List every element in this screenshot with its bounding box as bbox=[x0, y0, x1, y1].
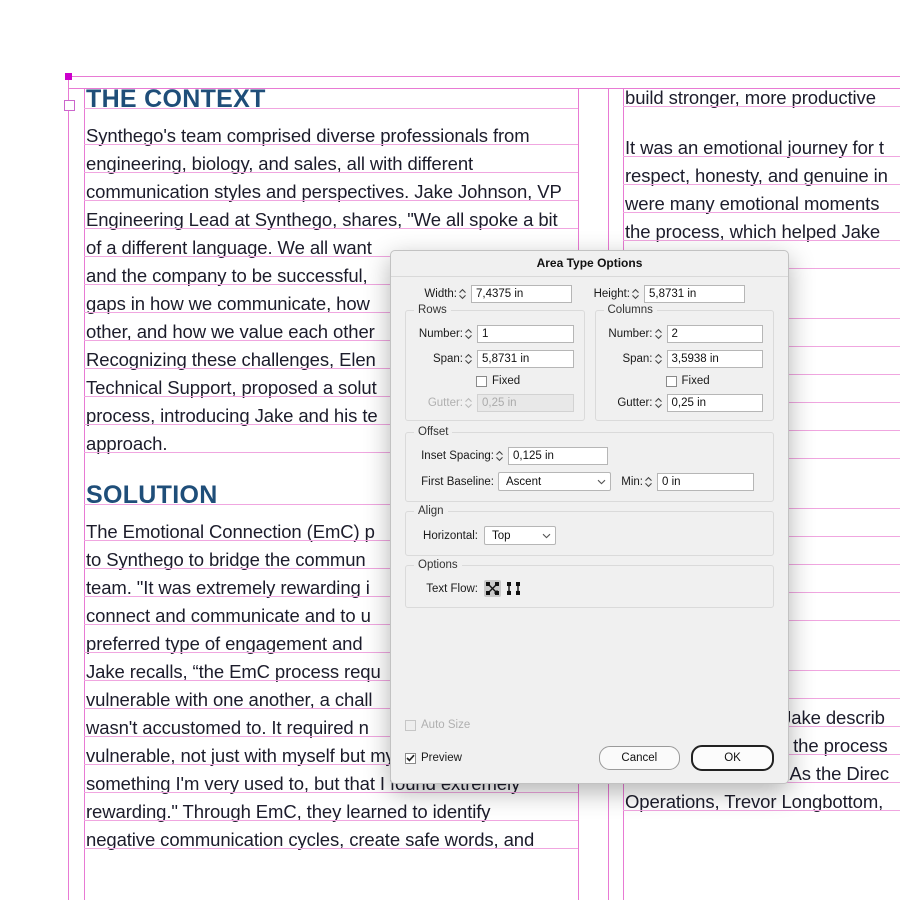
columns-gutter-label: Gutter: bbox=[617, 397, 653, 409]
columns-group: Columns Number: 2 Span: 3,5938 in Fixed … bbox=[594, 304, 774, 421]
ok-button[interactable]: OK bbox=[691, 745, 774, 771]
preview-row[interactable]: Preview bbox=[405, 752, 462, 764]
columns-gutter-stepper[interactable] bbox=[653, 394, 664, 412]
columns-span-row: Span: 3,5938 in bbox=[606, 350, 763, 368]
height-input[interactable]: 5,8731 in bbox=[644, 285, 745, 303]
columns-group-title: Columns bbox=[603, 304, 657, 316]
columns-fixed-row[interactable]: Fixed bbox=[606, 375, 764, 387]
chevron-down-icon bbox=[542, 533, 551, 538]
columns-number-input[interactable]: 2 bbox=[666, 325, 763, 343]
height-label: Height: bbox=[593, 288, 630, 300]
min-label: Min: bbox=[621, 475, 643, 488]
rows-gutter-row: Gutter: 0,25 in bbox=[416, 394, 574, 412]
rows-group-title: Rows bbox=[414, 304, 451, 316]
auto-size-checkbox bbox=[405, 719, 416, 731]
text-flow-by-rows-icon[interactable] bbox=[484, 580, 501, 597]
width-label: Width: bbox=[424, 288, 457, 300]
first-baseline-value: Ascent bbox=[506, 475, 542, 488]
inset-spacing-row: Inset Spacing: 0,125 in bbox=[416, 447, 763, 465]
columns-span-stepper[interactable] bbox=[653, 350, 664, 368]
width-input[interactable]: 7,4375 in bbox=[471, 285, 572, 303]
offset-group-title: Offset bbox=[414, 426, 453, 438]
offset-group: Offset Inset Spacing: 0,125 in First Bas… bbox=[405, 426, 774, 502]
preview-label: Preview bbox=[421, 752, 462, 764]
columns-number-label: Number: bbox=[608, 328, 653, 340]
first-baseline-select[interactable]: Ascent bbox=[498, 472, 611, 491]
chevron-down-icon bbox=[597, 479, 606, 484]
inset-spacing-label: Inset Spacing: bbox=[421, 450, 494, 462]
rows-gutter-input: 0,25 in bbox=[477, 394, 574, 412]
columns-span-input[interactable]: 3,5938 in bbox=[666, 350, 763, 368]
align-group-title: Align bbox=[414, 505, 448, 517]
horizontal-value: Top bbox=[492, 529, 511, 542]
horizontal-label: Horizontal: bbox=[423, 529, 478, 542]
columns-gutter-row: Gutter: 0,25 in bbox=[606, 394, 763, 412]
rows-span-row: Span: 5,8731 in bbox=[416, 350, 574, 368]
text-flow-by-columns-icon[interactable] bbox=[505, 580, 522, 597]
paragraph-right-1: build stronger, more productive bbox=[625, 87, 876, 108]
dialog-title: Area Type Options bbox=[391, 251, 788, 277]
columns-fixed-checkbox[interactable] bbox=[665, 375, 677, 387]
text-flow-label: Text Flow: bbox=[426, 582, 478, 595]
inset-spacing-stepper[interactable] bbox=[494, 447, 505, 465]
columns-number-row: Number: 2 bbox=[606, 325, 763, 343]
columns-number-stepper[interactable] bbox=[653, 325, 664, 343]
rows-group: Rows Number: 1 Span: 5,8731 in Fixed Gut… bbox=[405, 304, 585, 421]
dialog-footer: Auto Size Preview Cancel OK bbox=[391, 719, 788, 783]
rows-gutter-label: Gutter: bbox=[427, 397, 463, 409]
rows-span-stepper[interactable] bbox=[463, 350, 474, 368]
size-row: Width: 7,4375 in Height: 5,8731 in bbox=[405, 285, 774, 303]
rows-number-label: Number: bbox=[418, 328, 463, 340]
preview-checkbox[interactable] bbox=[405, 752, 416, 764]
rows-span-label: Span: bbox=[432, 353, 463, 365]
illustrator-artboard: THE CONTEXT Synthego's team comprised di… bbox=[0, 0, 900, 900]
rows-number-stepper[interactable] bbox=[463, 325, 474, 343]
text-left-margin-guide bbox=[84, 88, 85, 900]
frame-top-guide bbox=[68, 76, 900, 77]
columns-fixed-label: Fixed bbox=[681, 375, 710, 387]
min-input[interactable]: 0 in bbox=[657, 472, 754, 491]
rows-number-input[interactable]: 1 bbox=[477, 325, 574, 343]
columns-span-label: Span: bbox=[622, 353, 653, 365]
text-flow-row: Text Flow: bbox=[416, 580, 763, 597]
options-group: Options Text Flow: bbox=[405, 559, 774, 608]
rows-fixed-checkbox[interactable] bbox=[476, 375, 487, 387]
align-group: Align Horizontal: Top bbox=[405, 505, 774, 556]
rows-fixed-label: Fixed bbox=[492, 375, 521, 387]
columns-gutter-input[interactable]: 0,25 in bbox=[666, 394, 763, 412]
min-stepper[interactable] bbox=[643, 473, 654, 491]
cancel-button[interactable]: Cancel bbox=[598, 746, 680, 770]
frame-left-guide bbox=[68, 76, 69, 900]
auto-size-label: Auto Size bbox=[421, 719, 471, 731]
rows-fixed-row[interactable]: Fixed bbox=[416, 375, 574, 387]
rows-columns-wrap: Rows Number: 1 Span: 5,8731 in Fixed Gut… bbox=[405, 304, 774, 421]
horizontal-select[interactable]: Top bbox=[484, 526, 556, 545]
width-stepper[interactable] bbox=[457, 285, 468, 303]
first-baseline-row: First Baseline: Ascent Min: 0 in bbox=[416, 472, 763, 491]
inset-spacing-input[interactable]: 0,125 in bbox=[508, 447, 608, 465]
rows-number-row: Number: 1 bbox=[416, 325, 574, 343]
auto-size-row: Auto Size bbox=[405, 719, 774, 731]
area-type-options-dialog: Area Type Options Width: 7,4375 in Heigh… bbox=[390, 250, 789, 784]
frame-anchor-point[interactable] bbox=[65, 73, 72, 80]
options-group-title: Options bbox=[414, 559, 462, 571]
heading-the-context: THE CONTEXT bbox=[86, 85, 266, 113]
horizontal-align-row: Horizontal: Top bbox=[416, 526, 763, 545]
first-baseline-label: First Baseline: bbox=[421, 475, 494, 488]
height-stepper[interactable] bbox=[630, 285, 641, 303]
rows-span-input[interactable]: 5,8731 in bbox=[477, 350, 574, 368]
frame-in-port-handle[interactable] bbox=[64, 100, 75, 111]
rows-gutter-stepper bbox=[463, 394, 474, 412]
